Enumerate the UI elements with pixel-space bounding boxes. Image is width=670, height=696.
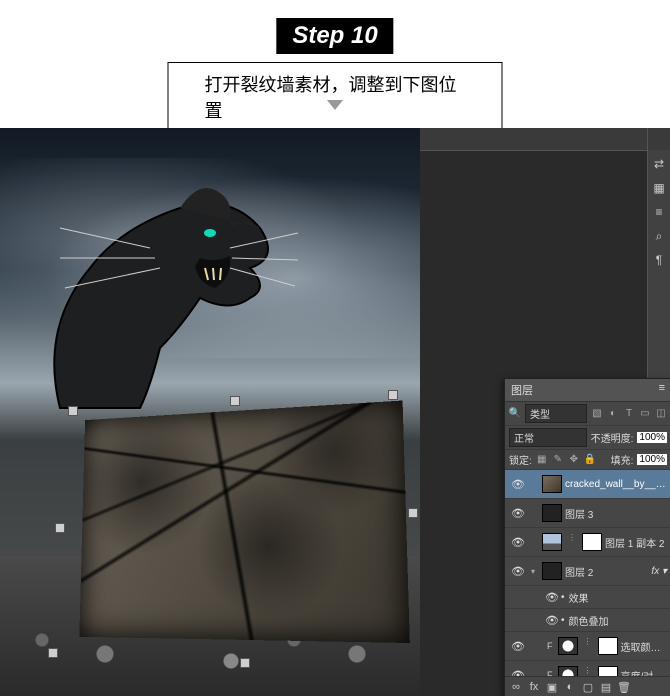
layer-item[interactable]: 👁▾ 图层 2fx ▾ [505,557,670,586]
lock-position-icon[interactable]: ✥ [568,454,580,466]
zoom-icon[interactable]: ⌕ [651,228,667,244]
cracked-wall-texture[interactable] [79,401,410,643]
text-icon[interactable]: ¶ [651,252,667,268]
right-tool-strip: ⇄ ▦ ≡ ⌕ ¶ [648,150,670,406]
layer-thumbnail[interactable] [542,504,562,522]
transform-handle-bm[interactable] [240,658,250,668]
lock-pixels-icon[interactable]: ✎ [552,454,564,466]
layer-thumbnail[interactable] [542,562,562,580]
link-icon[interactable]: ⋮ [584,637,592,655]
adjust-icon[interactable]: ◐ [563,680,577,694]
opacity-value[interactable]: 100% [637,432,667,443]
effect-bullet: • [561,615,565,626]
filter-smart-icon[interactable]: ◫ [655,408,667,420]
canvas[interactable] [0,128,420,696]
instruction-text: 打开裂纹墙素材，调整到下图位置 [168,62,503,132]
expand-toggle[interactable]: ▾ [527,567,539,576]
layer-name-label[interactable]: 图层 2 [565,564,651,579]
menu-icon[interactable]: ≡ [651,204,667,220]
clip-indicator: F [547,641,553,651]
mask-icon[interactable]: ▣ [545,680,559,694]
transform-handle-mr[interactable] [408,508,418,518]
filter-text-icon[interactable]: T [623,408,635,420]
layer-item[interactable]: 👁 ⋮ 图层 1 副本 2 [505,528,670,557]
layer-thumbnail[interactable] [542,475,562,493]
visibility-toggle[interactable]: 👁 [543,614,561,627]
layer-name-label: 颜色叠加 [569,613,667,628]
opacity-label: 不透明度: [591,430,634,445]
layer-effect-item[interactable]: 👁• 效果 [505,586,670,609]
filter-adjust-icon[interactable]: ◐ [607,408,619,420]
layers-panel-footer: ∞ fx ▣ ◐ ▢ ▤ 🗑 [505,676,670,696]
layers-list: 👁 cracked_wall__by__adigital... 👁 图层 3 👁 ⋮ 图层 … [505,470,670,696]
visibility-toggle[interactable]: 👁 [509,536,527,549]
layer-mask-thumbnail[interactable] [582,533,602,551]
visibility-toggle[interactable]: 👁 [509,565,527,578]
layer-effect-item[interactable]: 👁• 颜色叠加 [505,609,670,632]
fill-value[interactable]: 100% [637,454,667,465]
layers-tab[interactable]: 图层 [511,382,533,398]
new-layer-icon[interactable]: ▤ [599,680,613,694]
blend-mode-select[interactable]: 正常 [509,428,587,447]
visibility-toggle[interactable]: 👁 [509,640,527,653]
layer-name-label[interactable]: cracked_wall__by__adigital... [565,479,667,490]
transform-handle-tl[interactable] [68,406,78,416]
swap-icon[interactable]: ⇄ [651,156,667,172]
layer-thumbnail[interactable] [558,637,578,655]
layer-thumbnail[interactable] [542,533,562,551]
visibility-toggle[interactable]: 👁 [543,591,561,604]
layer-name-label: 效果 [569,590,667,605]
fx-icon[interactable]: fx [527,680,541,694]
filter-image-icon[interactable]: ▧ [591,408,603,420]
grid-icon[interactable]: ▦ [651,180,667,196]
visibility-toggle[interactable]: 👁 [509,478,527,491]
layer-name-label[interactable]: 图层 3 [565,506,667,521]
filter-kind-icon[interactable]: 🔍 [509,408,521,420]
layer-name-label[interactable]: 选取颜色 1 [621,639,668,654]
lock-all-icon[interactable]: 🔒 [584,454,596,466]
link-icon[interactable]: ⋮ [568,533,576,551]
lock-label: 锁定: [509,452,532,467]
transform-handle-bl[interactable] [48,648,58,658]
layer-name-label[interactable]: 图层 1 副本 2 [605,535,667,550]
ruler-horizontal [420,128,650,151]
transform-handle-ml[interactable] [55,523,65,533]
layer-mask-thumbnail[interactable] [598,637,618,655]
lock-transparent-icon[interactable]: ▦ [536,454,548,466]
fill-label: 填充: [611,452,634,467]
pointer-decorator [327,100,343,110]
fx-indicator[interactable]: fx ▾ [651,566,667,577]
filter-shape-icon[interactable]: ▭ [639,408,651,420]
panther-statue [0,148,300,448]
layer-item[interactable]: 👁 F ⋮ 选取颜色 1 [505,632,670,661]
layer-item[interactable]: 👁 cracked_wall__by__adigital... [505,470,670,499]
visibility-toggle[interactable]: 👁 [509,507,527,520]
effect-bullet: • [561,592,565,603]
folder-icon[interactable]: ▢ [581,680,595,694]
transform-handle-tr[interactable] [388,390,398,400]
link-icon[interactable]: ∞ [509,680,523,694]
trash-icon[interactable]: 🗑 [617,680,631,694]
step-badge: Step 10 [276,18,393,54]
layer-item[interactable]: 👁 图层 3 [505,499,670,528]
transform-handle-tm[interactable] [230,396,240,406]
filter-type-select[interactable]: 类型 [525,404,587,423]
panel-menu-icon[interactable]: ≡ [659,382,665,398]
layers-panel: 图层 ≡ 🔍 类型 ▧ ◐ T ▭ ◫ 正常 不透明度: 100% 锁定: ▦ … [504,378,670,696]
